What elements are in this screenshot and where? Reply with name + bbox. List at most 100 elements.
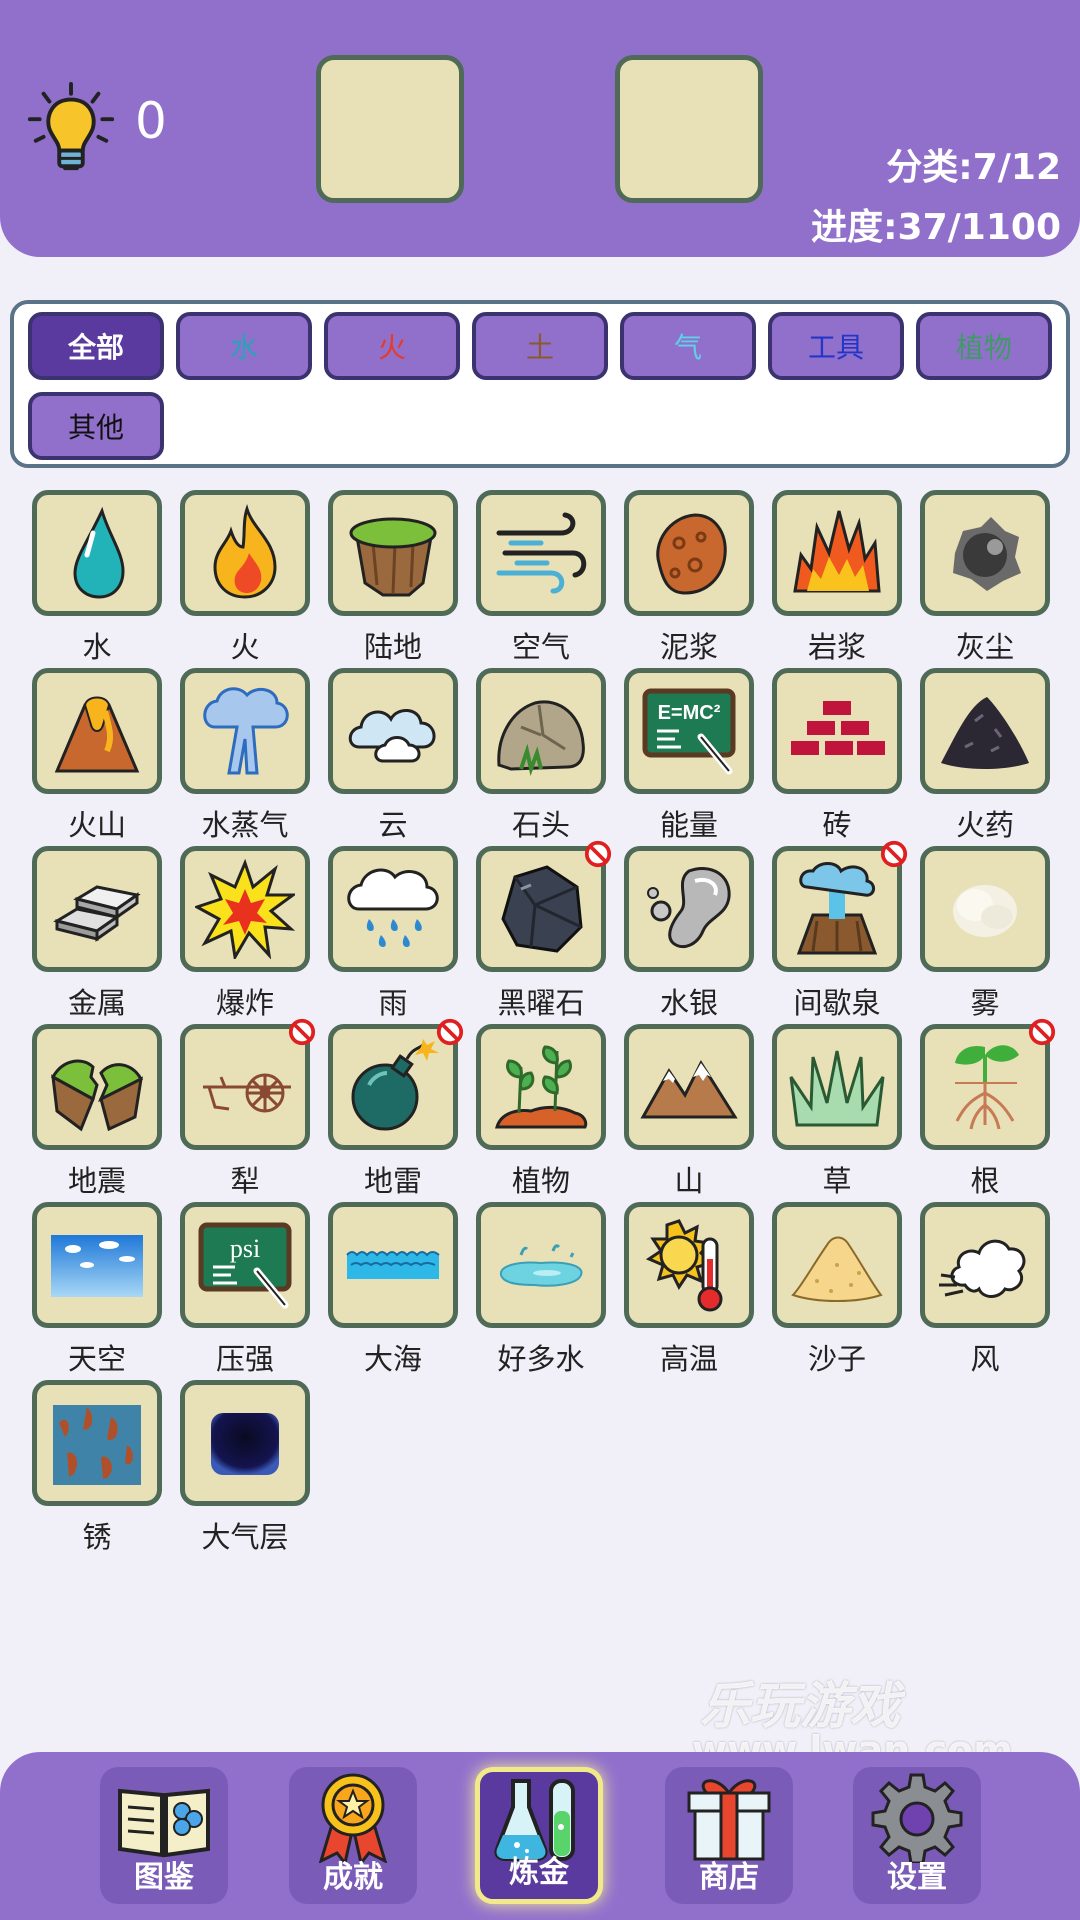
element-item[interactable]: 金属 (32, 846, 162, 1020)
element-item[interactable]: 山 (624, 1024, 754, 1198)
element-item[interactable]: psi 压强 (180, 1202, 310, 1376)
element-tile[interactable] (180, 1380, 310, 1506)
combine-slot-left[interactable] (316, 55, 464, 203)
element-tile[interactable] (476, 1024, 606, 1150)
element-tile[interactable] (32, 1202, 162, 1328)
element-item[interactable]: 空气 (476, 490, 606, 664)
element-label: 金属 (67, 986, 126, 1020)
element-tile[interactable] (624, 846, 754, 972)
element-tile[interactable] (32, 846, 162, 972)
element-item[interactable]: 水银 (624, 846, 754, 1020)
filter-air[interactable]: 气 (620, 312, 756, 380)
element-item[interactable]: 地震 (32, 1024, 162, 1198)
lava-icon (793, 510, 881, 593)
element-item[interactable]: 爆炸 (180, 846, 310, 1020)
element-tile[interactable] (180, 490, 310, 616)
element-label: 岩浆 (807, 630, 866, 664)
nav-encyclopedia[interactable]: 图鉴 (100, 1767, 228, 1904)
nav-label: 设置 (887, 1860, 947, 1895)
element-item[interactable]: 高温 (624, 1202, 754, 1376)
filter-tools[interactable]: 工具 (768, 312, 904, 380)
filter-plants[interactable]: 植物 (916, 312, 1052, 380)
element-item[interactable]: 火药 (920, 668, 1050, 842)
filter-earth[interactable]: 土 (472, 312, 608, 380)
element-item[interactable]: 大气层 (180, 1380, 310, 1554)
earthquake-icon (50, 1059, 144, 1132)
element-tile[interactable] (772, 1024, 902, 1150)
element-item[interactable]: 灰尘 (920, 490, 1050, 664)
locked-icon (1028, 1018, 1056, 1046)
element-item[interactable]: E=MC² 能量 (624, 668, 754, 842)
element-tile[interactable] (328, 668, 458, 794)
element-tile[interactable] (624, 1024, 754, 1150)
element-label: 犁 (230, 1164, 260, 1198)
lightbulb-icon[interactable] (22, 80, 120, 178)
element-tile[interactable] (32, 1024, 162, 1150)
element-item[interactable]: 云 (328, 668, 458, 842)
element-item[interactable]: 陆地 (328, 490, 458, 664)
element-label: 雨 (378, 986, 408, 1020)
element-item[interactable]: 雾 (920, 846, 1050, 1020)
element-item[interactable]: 火山 (32, 668, 162, 842)
element-tile[interactable] (32, 490, 162, 616)
nav-achievements[interactable]: 成就 (289, 1767, 417, 1904)
nav-label: 图鉴 (134, 1860, 194, 1895)
nav-label: 商店 (699, 1860, 759, 1895)
element-item[interactable]: 根 (920, 1018, 1056, 1198)
element-tile[interactable] (328, 490, 458, 616)
element-tile[interactable]: E=MC² (624, 668, 754, 794)
hint-count: 0 (135, 92, 167, 150)
element-item[interactable]: 风 (920, 1202, 1050, 1376)
element-item[interactable]: 大海 (328, 1202, 458, 1376)
filter-water[interactable]: 水 (176, 312, 312, 380)
element-tile[interactable] (180, 846, 310, 972)
element-tile[interactable] (328, 846, 458, 972)
element-tile[interactable] (920, 846, 1050, 972)
element-tile[interactable] (180, 668, 310, 794)
element-item[interactable]: 石头 (476, 668, 606, 842)
element-item[interactable]: 地雷 (328, 1018, 464, 1198)
filter-fire[interactable]: 火 (324, 312, 460, 380)
element-tile[interactable] (920, 668, 1050, 794)
nav-shop[interactable]: 商店 (665, 1767, 793, 1904)
nav-alchemy[interactable]: 炼金 (475, 1767, 603, 1904)
steam-icon (203, 687, 289, 775)
nav-settings[interactable]: 设置 (853, 1767, 981, 1904)
element-item[interactable]: 草 (772, 1024, 902, 1198)
element-item[interactable]: 天空 (32, 1202, 162, 1376)
element-tile[interactable] (772, 490, 902, 616)
element-item[interactable]: 黑曜石 (476, 840, 612, 1020)
element-item[interactable]: 植物 (476, 1024, 606, 1198)
element-item[interactable]: 间歇泉 (772, 840, 908, 1020)
element-tile[interactable] (32, 1380, 162, 1506)
mud-icon (656, 513, 727, 595)
element-tile[interactable] (772, 1202, 902, 1328)
element-tile[interactable] (476, 1202, 606, 1328)
element-item[interactable]: 水 (32, 490, 162, 664)
element-tile[interactable] (920, 490, 1050, 616)
element-tile[interactable]: psi (180, 1202, 310, 1328)
element-item[interactable]: 沙子 (772, 1202, 902, 1376)
element-item[interactable]: 泥浆 (624, 490, 754, 664)
element-tile[interactable] (328, 1202, 458, 1328)
combine-slot-right[interactable] (615, 55, 763, 203)
element-item[interactable]: 水蒸气 (180, 668, 310, 842)
element-tile[interactable] (476, 490, 606, 616)
element-item[interactable]: 锈 (32, 1380, 162, 1554)
element-tile[interactable] (32, 668, 162, 794)
element-tile[interactable] (920, 1202, 1050, 1328)
element-item[interactable]: 岩浆 (772, 490, 902, 664)
filter-other[interactable]: 其他 (28, 392, 164, 460)
element-tile[interactable] (624, 1202, 754, 1328)
book-icon (118, 1788, 210, 1858)
element-item[interactable]: 好多水 (476, 1202, 606, 1376)
pressure-icon: psi (198, 1222, 292, 1309)
element-tile[interactable] (772, 668, 902, 794)
element-item[interactable]: 犁 (180, 1018, 316, 1198)
element-tile[interactable] (476, 668, 606, 794)
element-item[interactable]: 火 (180, 490, 310, 664)
element-tile[interactable] (624, 490, 754, 616)
element-item[interactable]: 砖 (772, 668, 902, 842)
filter-all[interactable]: 全部 (28, 312, 164, 380)
element-item[interactable]: 雨 (328, 846, 458, 1020)
